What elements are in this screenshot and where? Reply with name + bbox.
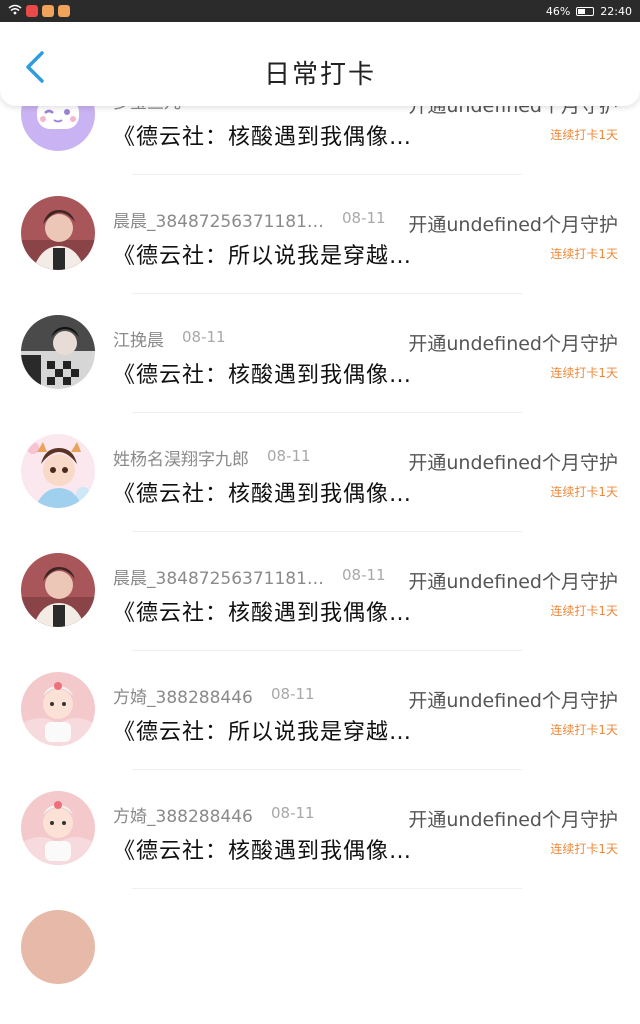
clock: 22:40 [600, 4, 632, 18]
divider [132, 174, 522, 175]
guard-status: 开通undefined个月守护 [408, 809, 618, 831]
streak-label: 连续打卡1天 [550, 842, 618, 856]
battery-percent: 46% [545, 4, 571, 18]
user-avatar[interactable] [21, 791, 95, 865]
user-avatar[interactable] [21, 315, 95, 389]
user-avatar[interactable] [21, 196, 95, 270]
checkin-date: 08-11 [271, 804, 315, 822]
checkin-date: 08-11 [182, 328, 226, 346]
notification-app-icon [26, 5, 38, 17]
guard-status: 开通undefined个月守护 [408, 214, 618, 236]
notification-app-icon [42, 5, 54, 17]
status-icons [8, 4, 70, 18]
checkin-list-item[interactable]: 方婍_388288446 08-11 《德云社：核酸遇到我偶像… 开通undefine… [0, 791, 640, 910]
divider [132, 888, 522, 889]
divider [132, 531, 522, 532]
streak-label: 连续打卡1天 [550, 366, 618, 380]
user-name[interactable]: 方婍_388288446 [113, 683, 253, 708]
checkin-content[interactable]: 《德云社：所以说我是穿越… [113, 714, 412, 746]
streak-label: 连续打卡1天 [550, 247, 618, 261]
battery-icon [576, 6, 595, 16]
guard-status: 开通undefined个月守护 [408, 571, 618, 593]
checkin-list-item[interactable]: 晨晨_38487256371181… 08-11 《德云社：所以说我是穿越… 开通un… [0, 196, 640, 315]
user-avatar[interactable] [21, 434, 95, 508]
checkin-content[interactable]: 《德云社：核酸遇到我偶像… [113, 476, 412, 508]
checkin-list-item[interactable]: 江挽晨 08-11 《德云社：核酸遇到我偶像… 开通undefined个月守护连续打卡… [0, 315, 640, 434]
guard-status: 开通undefined个月守护 [408, 333, 618, 355]
streak-label: 连续打卡1天 [550, 723, 618, 737]
user-name[interactable]: 姓杨名淏翔字九郎 [113, 445, 249, 470]
checkin-date: 08-11 [271, 685, 315, 703]
streak-label: 连续打卡1天 [550, 604, 618, 618]
divider [132, 769, 522, 770]
checkin-content[interactable]: 《德云社：核酸遇到我偶像… [113, 833, 412, 865]
checkin-date: 08-11 [267, 447, 311, 465]
user-avatar[interactable] [21, 672, 95, 746]
guard-status: 开通undefined个月守护 [408, 452, 618, 474]
user-name[interactable]: 晨晨_38487256371181… [113, 564, 324, 589]
checkin-list-item[interactable]: 方婍_388288446 08-11 《德云社：所以说我是穿越… 开通undefine… [0, 672, 640, 791]
divider [132, 650, 522, 651]
guard-status: 开通undefined个月守护 [408, 690, 618, 712]
notification-app-icon [58, 5, 70, 17]
divider [132, 412, 522, 413]
header: 日常打卡 [0, 22, 640, 106]
divider [132, 293, 522, 294]
status-right: 46% 22:40 [546, 5, 632, 18]
checkin-list-item[interactable]: 晨晨_38487256371181… 08-11 《德云社：核酸遇到我偶像… 开通un… [0, 553, 640, 672]
status-bar: 46% 22:40 [0, 0, 640, 22]
streak-label: 连续打卡1天 [550, 485, 618, 499]
checkin-content[interactable]: 《德云社：所以说我是穿越… [113, 238, 412, 270]
checkin-list[interactable]: 《德云社：所以说我是穿越…连续打卡1天多宝鱼儿08-12《德云社：核酸遇到我偶像… [0, 22, 640, 1024]
checkin-list-item[interactable]: 姓杨名淏翔字九郎 08-11 《德云社：核酸遇到我偶像… 开通undefined个月守… [0, 434, 640, 553]
user-avatar[interactable] [21, 910, 95, 984]
user-avatar[interactable] [21, 553, 95, 627]
checkin-content[interactable]: 《德云社：核酸遇到我偶像… [113, 119, 412, 151]
checkin-content[interactable]: 《德云社：核酸遇到我偶像… [113, 357, 412, 389]
checkin-date: 08-11 [342, 209, 386, 227]
user-name[interactable]: 江挽晨 [113, 326, 164, 351]
user-name[interactable]: 方婍_388288446 [113, 802, 253, 827]
page-title: 日常打卡 [263, 60, 376, 90]
checkin-content[interactable]: 《德云社：核酸遇到我偶像… [113, 595, 412, 627]
user-name[interactable]: 晨晨_38487256371181… [113, 207, 324, 232]
streak-label: 连续打卡1天 [550, 128, 618, 142]
checkin-date: 08-11 [342, 566, 386, 584]
wifi-icon [8, 4, 22, 18]
